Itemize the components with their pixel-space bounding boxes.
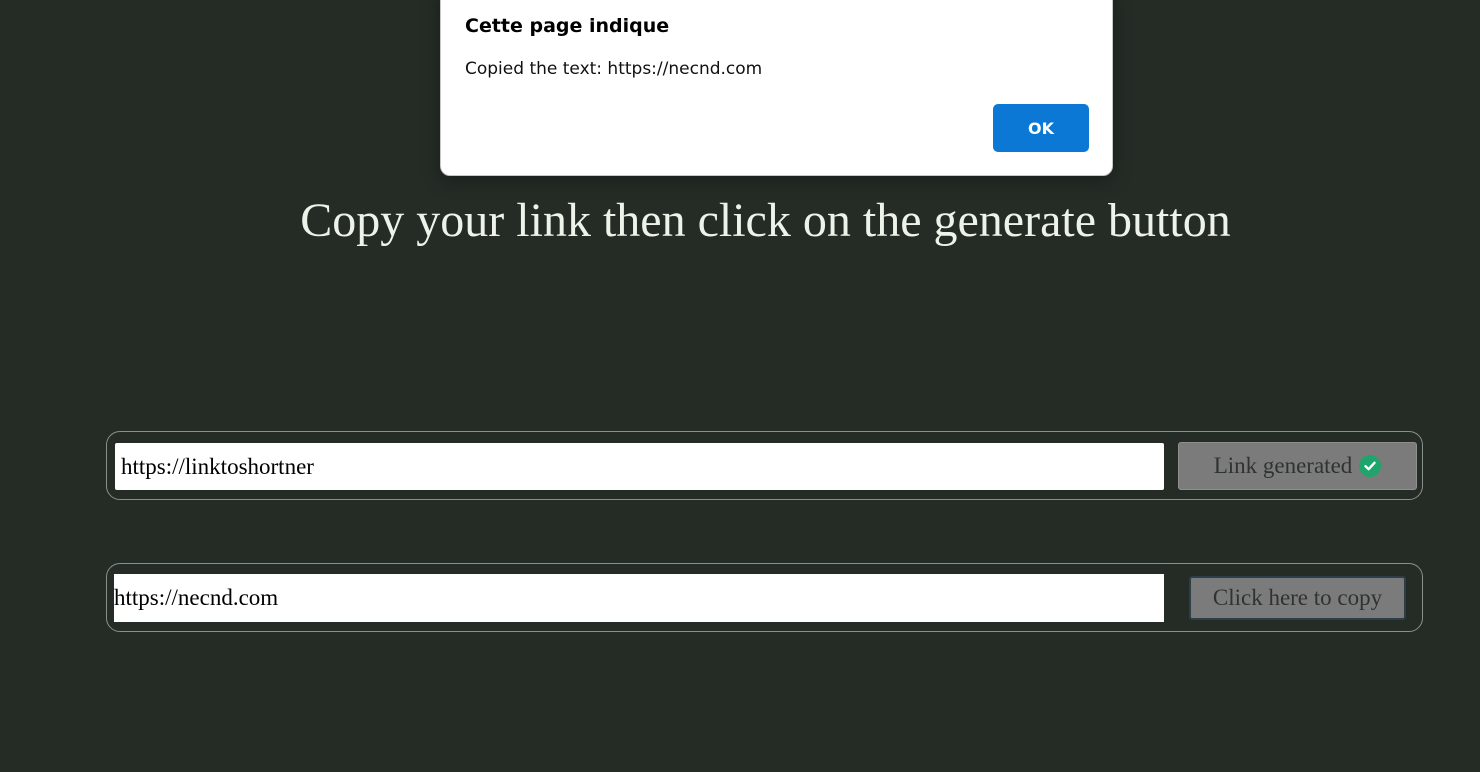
dialog-title: Cette page indique xyxy=(465,15,670,37)
copy-button-label: Click here to copy xyxy=(1212,585,1383,610)
result-form: Click here to copy xyxy=(106,563,1423,632)
check-circle-icon xyxy=(1359,455,1382,477)
generate-button[interactable]: Link generated xyxy=(1178,442,1417,490)
shortener-form: Link generated xyxy=(106,431,1423,500)
page-heading: Copy your link then click on the generat… xyxy=(300,194,1231,247)
copy-button[interactable]: Click here to copy xyxy=(1189,576,1406,620)
generate-button-label: Link generated xyxy=(1213,453,1353,478)
dialog-ok-button[interactable]: OK xyxy=(993,104,1089,152)
link-input[interactable] xyxy=(115,443,1164,490)
dialog-message: Copied the text: https://necnd.com xyxy=(465,59,763,79)
alert-dialog: Cette page indique Copied the text: http… xyxy=(440,0,1113,176)
short-link-output[interactable] xyxy=(114,574,1164,622)
